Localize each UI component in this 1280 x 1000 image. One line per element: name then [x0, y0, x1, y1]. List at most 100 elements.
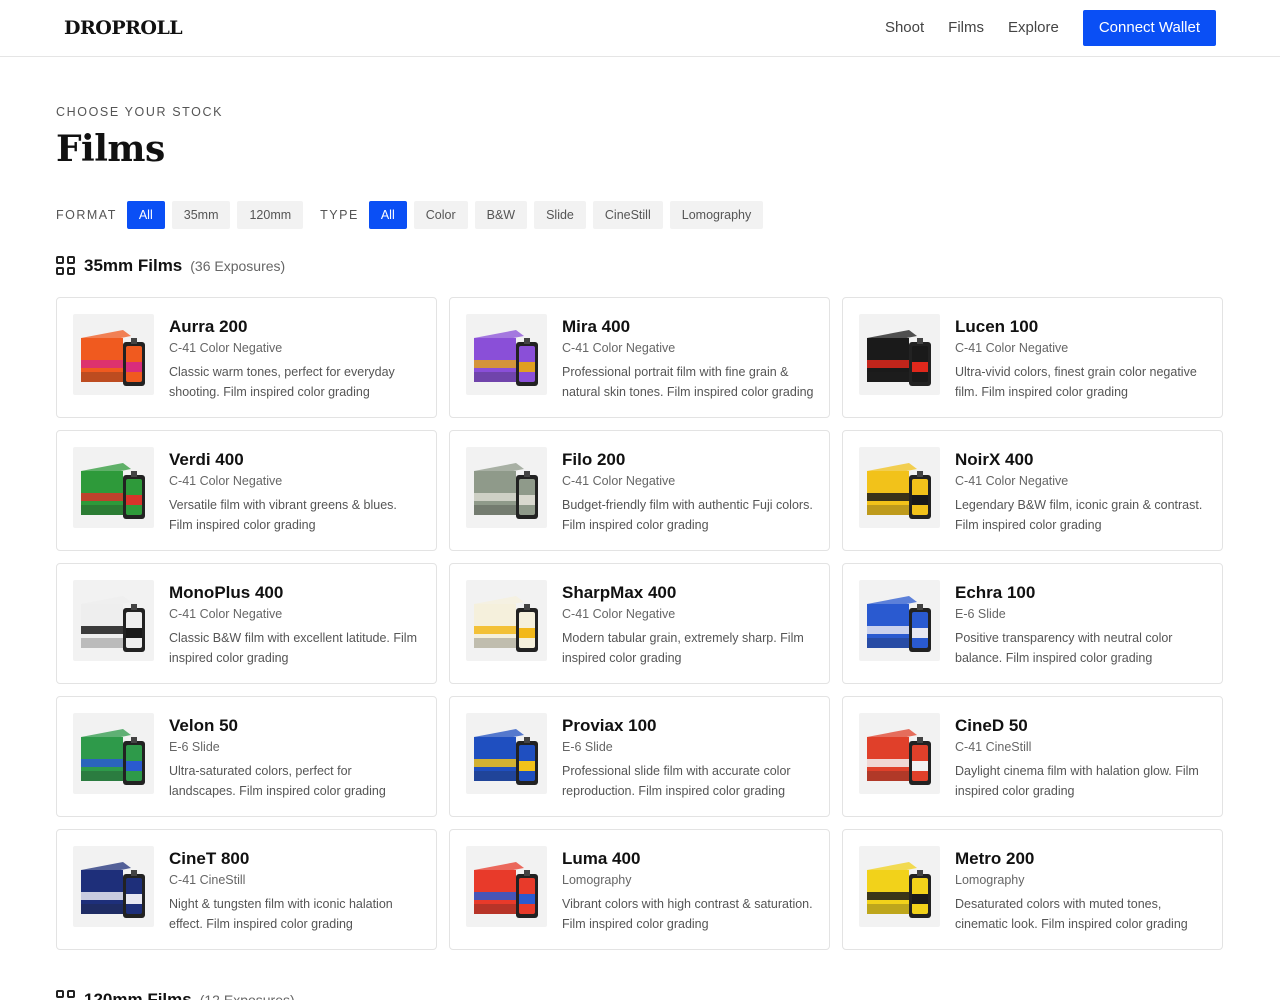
- film-card[interactable]: Metro 200 Lomography Desaturated colors wi…: [842, 829, 1223, 950]
- film-type: C-41 CineStill: [169, 873, 246, 887]
- film-name: SharpMax 400: [562, 583, 677, 602]
- film-box-icon: [867, 463, 931, 519]
- film-card[interactable]: MonoPlus 400 C-41 Color Negative Classic B…: [56, 563, 437, 684]
- film-type: E-6 Slide: [562, 740, 613, 754]
- film-card[interactable]: Aurra 200 C-41 Color Negative Classic warm…: [56, 297, 437, 418]
- film-card[interactable]: Mira 400 C-41 Color Negative Professional …: [449, 297, 830, 418]
- film-type: C-41 Color Negative: [955, 474, 1069, 488]
- type-chip-slide[interactable]: Slide: [534, 201, 586, 229]
- film-box-icon: [81, 862, 145, 918]
- film-type: Lomography: [955, 873, 1025, 887]
- film-type: C-41 Color Negative: [562, 341, 676, 355]
- film-description: Daylight cinema film with halation glow.…: [955, 764, 1199, 798]
- film-card[interactable]: NoirX 400 C-41 Color Negative Legendary B&…: [842, 430, 1223, 551]
- film-description: Vibrant colors with high contrast & satu…: [562, 897, 813, 931]
- film-name: Velon 50: [169, 716, 238, 735]
- film-box-icon: [867, 596, 931, 652]
- top-navigation-bar: DROPROLL Shoot Films Explore Connect Wal…: [0, 0, 1280, 57]
- film-name: Echra 100: [955, 583, 1036, 602]
- type-filter-label: TYPE: [320, 208, 359, 222]
- film-box-image: [73, 846, 154, 927]
- film-type: Lomography: [562, 873, 632, 887]
- format-chip-120mm[interactable]: 120mm: [237, 201, 304, 229]
- film-box-icon: [474, 729, 538, 785]
- film-box-icon: [474, 862, 538, 918]
- film-type: C-41 Color Negative: [562, 474, 676, 488]
- film-box-image: [466, 314, 547, 395]
- film-description: Ultra-vivid colors, finest grain color n…: [955, 365, 1197, 399]
- film-box-image: [73, 713, 154, 794]
- film-box-image: [466, 447, 547, 528]
- film-box-icon: [867, 330, 931, 386]
- page-eyebrow: CHOOSE YOUR STOCK: [56, 105, 224, 119]
- brand-logo[interactable]: DROPROLL: [64, 17, 183, 39]
- film-type: E-6 Slide: [955, 607, 1006, 621]
- film-box-image: [73, 314, 154, 395]
- film-box-image: [466, 846, 547, 927]
- film-name: CineT 800: [169, 849, 250, 868]
- film-card[interactable]: Verdi 400 C-41 Color Negative Versatile fi…: [56, 430, 437, 551]
- film-box-icon: [474, 596, 538, 652]
- film-box-image: [466, 580, 547, 661]
- film-grid: Aurra 200 C-41 Color Negative Classic warm…: [56, 297, 1224, 950]
- film-card[interactable]: Lucen 100 C-41 Color Negative Ultra-vivid …: [842, 297, 1223, 418]
- nav-link-explore[interactable]: Explore: [1008, 10, 1059, 46]
- section-title: 35mm Films: [84, 256, 183, 275]
- film-description: Budget-friendly film with authentic Fuji…: [562, 498, 813, 532]
- film-type: C-41 Color Negative: [955, 341, 1069, 355]
- section-title: 120mm Films: [84, 990, 192, 1000]
- page-title: Films: [56, 128, 165, 170]
- film-description: Modern tabular grain, extremely sharp. F…: [562, 631, 804, 665]
- film-box-image: [466, 713, 547, 794]
- film-name: CineD 50: [955, 716, 1028, 735]
- connect-wallet-button[interactable]: Connect Wallet: [1082, 10, 1216, 46]
- filter-bar: FORMAT All 35mm 120mm TYPE All Color B&W…: [56, 201, 770, 229]
- film-card[interactable]: SharpMax 400 C-41 Color Negative Modern ta…: [449, 563, 830, 684]
- film-box-image: [73, 580, 154, 661]
- format-chip-all[interactable]: All: [126, 201, 165, 229]
- film-box-icon: [81, 596, 145, 652]
- film-box-icon: [81, 729, 145, 785]
- type-chip-all[interactable]: All: [368, 201, 407, 229]
- format-chip-35mm[interactable]: 35mm: [171, 201, 231, 229]
- type-chip-cinestill[interactable]: CineStill: [592, 201, 663, 229]
- film-box-image: [859, 447, 940, 528]
- nav-link-shoot[interactable]: Shoot: [885, 10, 924, 46]
- film-name: Luma 400: [562, 849, 641, 868]
- film-name: Proviax 100: [562, 716, 657, 735]
- nav-link-films[interactable]: Films: [948, 10, 984, 46]
- film-description: Night & tungsten film with iconic halati…: [169, 897, 393, 931]
- film-box-image: [859, 580, 940, 661]
- film-box-image: [859, 314, 940, 395]
- film-description: Professional slide film with accurate co…: [562, 764, 791, 798]
- film-card[interactable]: Luma 400 Lomography Vibrant colors with hi…: [449, 829, 830, 950]
- film-card[interactable]: Velon 50 E-6 Slide Ultra-saturated colors,…: [56, 696, 437, 817]
- film-card[interactable]: Echra 100 E-6 Slide Positive transparency …: [842, 563, 1223, 684]
- grid-icon: [56, 990, 76, 1000]
- type-chip-lomography[interactable]: Lomography: [669, 201, 764, 229]
- film-description: Versatile film with vibrant greens & blu…: [169, 498, 397, 532]
- film-box-icon: [474, 330, 538, 386]
- film-description: Ultra-saturated colors, perfect for land…: [169, 764, 386, 798]
- film-name: Mira 400: [562, 317, 631, 336]
- section-subtitle: (12 Exposures): [199, 992, 295, 1000]
- section-header-120mm: 120mm Films (12 Exposures): [56, 990, 295, 1000]
- film-box-icon: [81, 330, 145, 386]
- film-card[interactable]: Filo 200 C-41 Color Negative Budget-friend…: [449, 430, 830, 551]
- film-card[interactable]: Proviax 100 E-6 Slide Professional slide f…: [449, 696, 830, 817]
- film-name: MonoPlus 400: [169, 583, 284, 602]
- film-description: Classic B&W film with excellent latitude…: [169, 631, 417, 665]
- section-header-35mm: 35mm Films (36 Exposures): [56, 256, 285, 276]
- film-card[interactable]: CineT 800 C-41 CineStill Night & tungsten …: [56, 829, 437, 950]
- type-chip-bw[interactable]: B&W: [474, 201, 528, 229]
- film-card[interactable]: CineD 50 C-41 CineStill Daylight cinema fi…: [842, 696, 1223, 817]
- film-box-icon: [867, 729, 931, 785]
- film-description: Desaturated colors with muted tones, cin…: [955, 897, 1188, 931]
- film-box-image: [859, 713, 940, 794]
- film-name: Lucen 100: [955, 317, 1039, 336]
- film-type: E-6 Slide: [169, 740, 220, 754]
- type-chip-color[interactable]: Color: [413, 201, 468, 229]
- film-name: Aurra 200: [169, 317, 248, 336]
- film-description: Legendary B&W film, iconic grain & contr…: [955, 498, 1203, 532]
- film-box-icon: [867, 862, 931, 918]
